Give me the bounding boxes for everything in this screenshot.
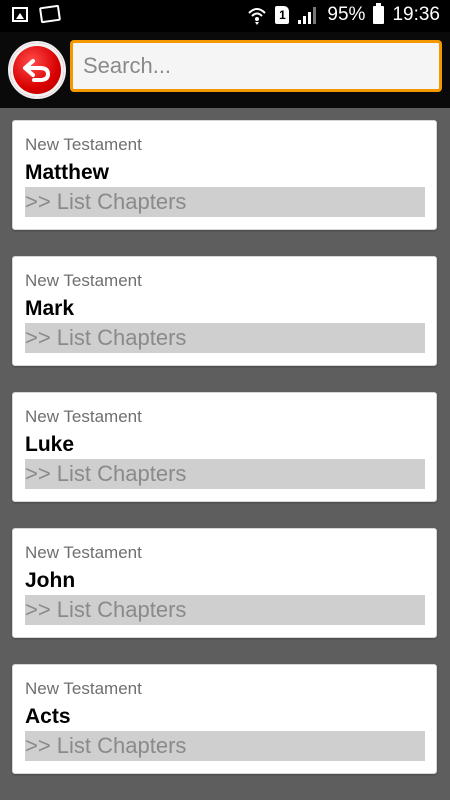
notes-icon [38,4,62,24]
battery-percent: 95% [327,4,366,25]
battery-charging-icon [373,3,385,24]
list-chapters-button[interactable]: >> List Chapters [25,459,425,489]
back-button[interactable] [8,41,66,99]
image-icon [12,6,28,22]
list-item-luke[interactable]: New Testament Luke >> List Chapters [12,392,437,502]
section-label: New Testament [25,271,142,290]
book-title: John [25,569,76,592]
status-bar: 1 95% 19:36 [0,0,450,32]
back-arrow-icon [23,59,51,82]
section-label: New Testament [25,543,142,562]
section-label: New Testament [25,407,142,426]
list-chapters-button[interactable]: >> List Chapters [25,323,425,353]
list-item-john[interactable]: New Testament John >> List Chapters [12,528,437,638]
clock: 19:36 [392,4,440,25]
list-item-mark[interactable]: New Testament Mark >> List Chapters [12,256,437,366]
book-title: Mark [25,297,75,320]
search-input[interactable] [70,40,442,92]
book-title: Matthew [25,161,109,184]
signal-icon [298,7,317,24]
section-label: New Testament [25,135,142,154]
book-title: Luke [25,433,75,456]
list-item-acts[interactable]: New Testament Acts >> List Chapters [12,664,437,774]
sim-icon: 1 [275,6,290,24]
wifi-icon [248,8,267,25]
status-right: 1 95% 19:36 [247,3,440,26]
list-chapters-button[interactable]: >> List Chapters [25,731,425,761]
status-left [12,4,62,24]
list-item-matthew[interactable]: New Testament Matthew >> List Chapters [12,120,437,230]
book-title: Acts [25,705,71,728]
top-bar [0,32,450,108]
section-label: New Testament [25,679,142,698]
list-chapters-button[interactable]: >> List Chapters [25,595,425,625]
list-chapters-button[interactable]: >> List Chapters [25,187,425,217]
